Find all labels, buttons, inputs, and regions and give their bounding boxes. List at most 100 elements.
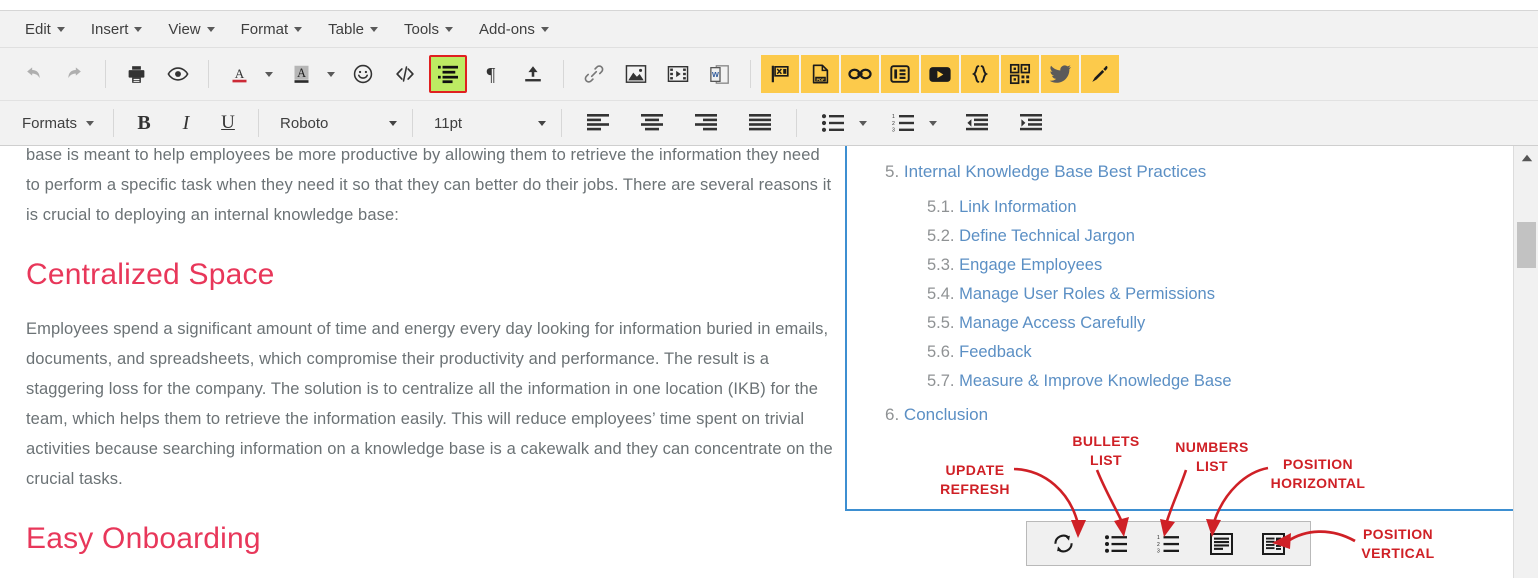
toc-floating-toolbar[interactable]: 1 2 3 bbox=[1026, 521, 1311, 566]
background-color-dropdown[interactable] bbox=[322, 57, 340, 91]
svg-text:A: A bbox=[234, 66, 244, 81]
font-family-value: Roboto bbox=[280, 115, 328, 132]
callout-box-icon bbox=[889, 63, 911, 85]
underline-button[interactable]: U bbox=[211, 106, 245, 140]
chevron-down-icon bbox=[541, 27, 549, 32]
align-center-icon bbox=[641, 114, 663, 132]
insert-video-button[interactable] bbox=[661, 57, 695, 91]
background-color-icon: A bbox=[291, 64, 312, 85]
menu-addons-label: Add-ons bbox=[479, 21, 535, 38]
menu-tools[interactable]: Tools bbox=[393, 16, 464, 43]
text-color-icon: A bbox=[229, 64, 250, 85]
vertical-scrollbar[interactable] bbox=[1513, 146, 1538, 578]
numbered-list-dropdown[interactable] bbox=[924, 106, 942, 140]
toc-numbers-list-button[interactable]: 1 2 3 bbox=[1151, 528, 1185, 560]
outdent-button[interactable] bbox=[960, 106, 994, 140]
align-justify-button[interactable] bbox=[743, 106, 777, 140]
chevron-down-icon bbox=[370, 27, 378, 32]
source-code-button[interactable] bbox=[388, 57, 422, 91]
toolbar-separator bbox=[105, 60, 106, 88]
svg-text:A: A bbox=[297, 66, 306, 80]
bullet-list-icon bbox=[822, 114, 844, 132]
menu-addons[interactable]: Add-ons bbox=[468, 16, 560, 43]
insert-image-button[interactable] bbox=[619, 57, 653, 91]
toolbar-separator bbox=[113, 109, 114, 137]
toc-entry-number: 5.5. bbox=[927, 314, 955, 332]
table-of-contents-panel[interactable]: 5. Internal Knowledge Base Best Practice… bbox=[845, 146, 1515, 511]
table-of-contents-icon bbox=[437, 64, 459, 84]
align-left-icon bbox=[587, 114, 609, 132]
qr-code-icon bbox=[1009, 63, 1031, 85]
toc-entry-5-5[interactable]: 5.5. Manage Access Carefully bbox=[927, 304, 1513, 333]
toc-entry-5-4[interactable]: 5.4. Manage User Roles & Permissions bbox=[927, 275, 1513, 304]
bold-label: B bbox=[137, 112, 150, 135]
video-play-icon bbox=[928, 65, 952, 84]
insert-qr-code-button[interactable] bbox=[1001, 55, 1039, 93]
text-color-button[interactable]: A bbox=[222, 57, 256, 91]
toc-entry-number: 5.6. bbox=[927, 343, 955, 361]
chevron-down-icon bbox=[265, 72, 273, 77]
insert-code-button[interactable] bbox=[961, 55, 999, 93]
insert-pdf-button[interactable]: PDF bbox=[801, 55, 839, 93]
scroll-up-arrow-icon bbox=[1521, 154, 1533, 162]
insert-video-embed-button[interactable] bbox=[921, 55, 959, 93]
pdf-file-icon: PDF bbox=[810, 63, 831, 85]
background-color-button[interactable]: A bbox=[284, 57, 318, 91]
toc-position-vertical-button[interactable] bbox=[1257, 528, 1291, 560]
toc-entry-label: Engage Employees bbox=[959, 256, 1102, 274]
insert-chain-link-button[interactable] bbox=[841, 55, 879, 93]
paragraph-marks-button[interactable]: ¶ bbox=[474, 57, 508, 91]
font-family-select[interactable]: Roboto bbox=[268, 108, 403, 138]
bullet-list-button[interactable] bbox=[816, 106, 850, 140]
toc-entry-5-2[interactable]: 5.2. Define Technical Jargon bbox=[927, 217, 1513, 246]
font-size-select[interactable]: 11pt bbox=[422, 108, 552, 138]
align-right-button[interactable] bbox=[689, 106, 723, 140]
toolbar-separator bbox=[258, 109, 259, 137]
bold-button[interactable]: B bbox=[127, 106, 161, 140]
word-document-button[interactable]: W bbox=[703, 57, 737, 91]
chain-link-icon bbox=[848, 65, 872, 83]
svg-text:¶: ¶ bbox=[487, 64, 496, 85]
menu-insert[interactable]: Insert bbox=[80, 16, 154, 43]
emoticon-button[interactable] bbox=[346, 57, 380, 91]
formats-dropdown[interactable]: Formats bbox=[12, 111, 104, 136]
insert-tweet-button[interactable] bbox=[1041, 55, 1079, 93]
highlighter-button[interactable] bbox=[1081, 55, 1119, 93]
toc-entry-6[interactable]: 6. Conclusion bbox=[885, 391, 1513, 425]
align-left-button[interactable] bbox=[581, 106, 615, 140]
toc-refresh-button[interactable] bbox=[1046, 528, 1080, 560]
chevron-down-icon bbox=[929, 121, 937, 126]
numbered-list-button[interactable]: 1 2 3 bbox=[886, 106, 920, 140]
toc-entry-5-3[interactable]: 5.3. Engage Employees bbox=[927, 246, 1513, 275]
toc-entry-5[interactable]: 5. Internal Knowledge Base Best Practice… bbox=[885, 146, 1513, 182]
toc-entry-5-7[interactable]: 5.7. Measure & Improve Knowledge Base bbox=[927, 362, 1513, 391]
import-button[interactable] bbox=[516, 57, 550, 91]
insert-callout-button[interactable] bbox=[881, 55, 919, 93]
text-color-dropdown[interactable] bbox=[260, 57, 278, 91]
link-button[interactable] bbox=[577, 57, 611, 91]
align-center-button[interactable] bbox=[635, 106, 669, 140]
toc-entry-5-1[interactable]: 5.1. Link Information bbox=[927, 182, 1513, 217]
preview-button[interactable] bbox=[161, 57, 195, 91]
italic-button[interactable]: I bbox=[169, 106, 203, 140]
undo-button[interactable] bbox=[16, 57, 50, 91]
outdent-icon bbox=[966, 114, 988, 132]
menu-view[interactable]: View bbox=[157, 16, 225, 43]
menu-table[interactable]: Table bbox=[317, 16, 389, 43]
scrollbar-thumb[interactable] bbox=[1517, 222, 1536, 268]
menu-format[interactable]: Format bbox=[230, 16, 314, 43]
print-button[interactable] bbox=[119, 57, 153, 91]
menu-edit[interactable]: Edit bbox=[14, 16, 76, 43]
chevron-down-icon bbox=[327, 72, 335, 77]
menu-format-label: Format bbox=[241, 21, 289, 38]
toc-position-horizontal-button[interactable] bbox=[1204, 528, 1238, 560]
redo-button[interactable] bbox=[58, 57, 92, 91]
insert-image-icon bbox=[625, 64, 647, 84]
toc-bullets-list-button[interactable] bbox=[1099, 528, 1133, 560]
bullet-list-dropdown[interactable] bbox=[854, 106, 872, 140]
scroll-up-button[interactable] bbox=[1514, 149, 1538, 167]
insert-banner-button[interactable] bbox=[761, 55, 799, 93]
table-of-contents-button[interactable] bbox=[429, 55, 467, 93]
toc-entry-5-6[interactable]: 5.6. Feedback bbox=[927, 333, 1513, 362]
indent-button[interactable] bbox=[1014, 106, 1048, 140]
